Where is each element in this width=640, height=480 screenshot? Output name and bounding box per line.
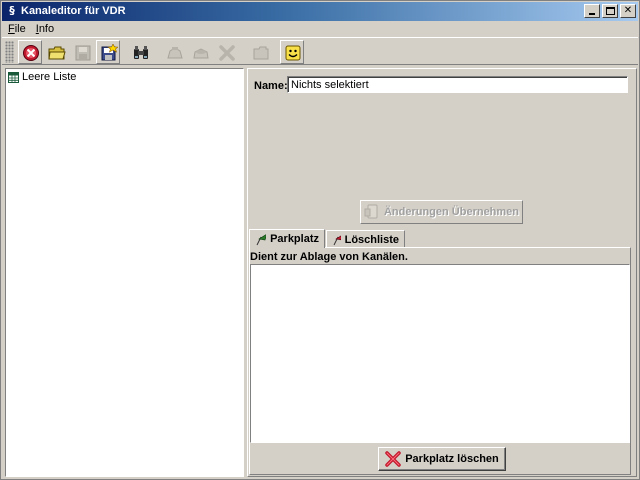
minimize-icon [589,13,595,15]
paste-button[interactable] [188,40,212,64]
red-x-icon [385,451,401,467]
cut-icon [167,47,183,59]
menu-file[interactable]: File [2,21,30,37]
tab-loeschliste-label: Löschliste [344,233,399,246]
save-icon [75,45,91,61]
detail-panel: Name: Änderungen Übernehmen Parkplatz [247,68,637,477]
folder-icon [253,46,269,60]
toolbar [2,37,638,65]
delete-icon [219,45,235,61]
binoculars-icon [134,46,148,59]
parkplatz-list[interactable] [250,264,630,443]
delete-button[interactable] [214,40,238,64]
save-as-icon [101,44,118,61]
menu-info-label: nfo [38,23,55,35]
smiley-icon [285,45,301,61]
maximize-button[interactable] [602,4,618,18]
paste-icon [193,48,209,59]
apply-icon [364,204,378,219]
channel-tree[interactable]: Leere Liste [5,68,244,477]
menu-file-mnemonic: F [8,23,15,35]
menu-info[interactable]: Info [30,21,58,37]
clear-parkplatz-button[interactable]: Parkplatz löschen [378,447,506,471]
about-button[interactable] [280,40,304,64]
tab-loeschliste[interactable]: Löschliste [326,230,405,248]
title-bar[interactable]: § Kanaleditor für VDR ✕ [2,2,638,21]
tree-root-label: Leere Liste [22,71,77,83]
toolbar-grip[interactable] [5,41,14,63]
cut-button[interactable] [162,40,186,64]
save-as-button[interactable] [96,40,120,64]
parkplatz-description: Dient zur Ablage von Kanälen. [250,251,408,263]
name-label: Name: [254,80,288,92]
tree-root-node[interactable]: Leere Liste [8,70,76,84]
red-flag-icon [333,235,341,246]
folder-button[interactable] [248,40,272,64]
search-button[interactable] [128,40,152,64]
minimize-button[interactable] [584,4,600,18]
maximize-icon [605,7,615,15]
close-list-button[interactable] [18,40,42,64]
window-title: Kanaleditor für VDR [21,5,126,17]
apply-changes-label: Änderungen Übernehmen [383,206,520,218]
menu-bar: File Info [2,21,638,37]
close-button[interactable]: ✕ [620,4,636,18]
menu-file-label: ile [14,23,26,35]
open-button[interactable] [44,40,68,64]
close-list-icon [23,45,39,61]
app-window: § Kanaleditor für VDR ✕ File Info Leere … [0,0,640,480]
table-icon [8,71,19,83]
app-icon[interactable]: § [5,4,19,18]
close-icon: ✕ [623,5,633,16]
tab-parkplatz-label: Parkplatz [270,233,319,245]
window-controls: ✕ [582,4,636,18]
clear-parkplatz-label: Parkplatz löschen [405,453,499,465]
apply-changes-button[interactable]: Änderungen Übernehmen [360,200,523,224]
tab-parkplatz[interactable]: Parkplatz [249,229,325,248]
open-folder-icon [48,46,66,60]
save-button[interactable] [70,40,94,64]
green-flag-icon [256,233,267,245]
name-field[interactable] [287,76,628,93]
parkplatz-panel: Dient zur Ablage von Kanälen. Parkplatz … [249,247,631,475]
